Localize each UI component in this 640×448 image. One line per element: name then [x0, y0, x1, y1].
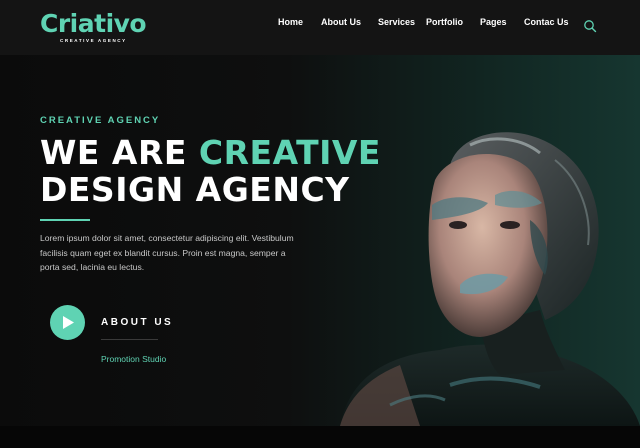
hero-portrait-image	[340, 132, 640, 426]
nav-item-pages[interactable]: Pages	[480, 17, 507, 27]
nav-item-portfolio[interactable]: Portfolio	[426, 17, 463, 27]
nav-item-services[interactable]: Services	[378, 17, 415, 27]
hero-eyebrow: CREATIVE AGENCY	[40, 115, 161, 126]
headline-part-1: WE ARE	[40, 133, 199, 172]
hero-section: CREATIVE AGENCY WE ARE CREATIVE DESIGN A…	[0, 55, 640, 426]
nav-item-home[interactable]: Home	[278, 17, 303, 27]
logo-tagline: CREATIVE AGENCY	[60, 38, 127, 43]
headline-underline	[40, 219, 90, 221]
site-header: Criativo CREATIVE AGENCY Home About Us S…	[0, 0, 640, 55]
hero-description: Lorem ipsum dolor sit amet, consectetur …	[40, 233, 294, 273]
about-us-link[interactable]: ABOUT US	[101, 317, 173, 328]
headline-part-2: DESIGN AGENCY	[40, 170, 350, 209]
play-video-button[interactable]	[50, 305, 85, 340]
logo[interactable]: Criativo	[40, 9, 147, 39]
play-icon	[63, 316, 74, 329]
bottom-strip	[0, 426, 640, 448]
nav-item-contact[interactable]: Contac Us	[524, 17, 569, 27]
promotion-studio-link[interactable]: Promotion Studio	[101, 354, 166, 364]
nav-item-about[interactable]: About Us	[321, 17, 361, 27]
about-divider	[101, 339, 158, 340]
search-icon[interactable]	[583, 19, 597, 33]
